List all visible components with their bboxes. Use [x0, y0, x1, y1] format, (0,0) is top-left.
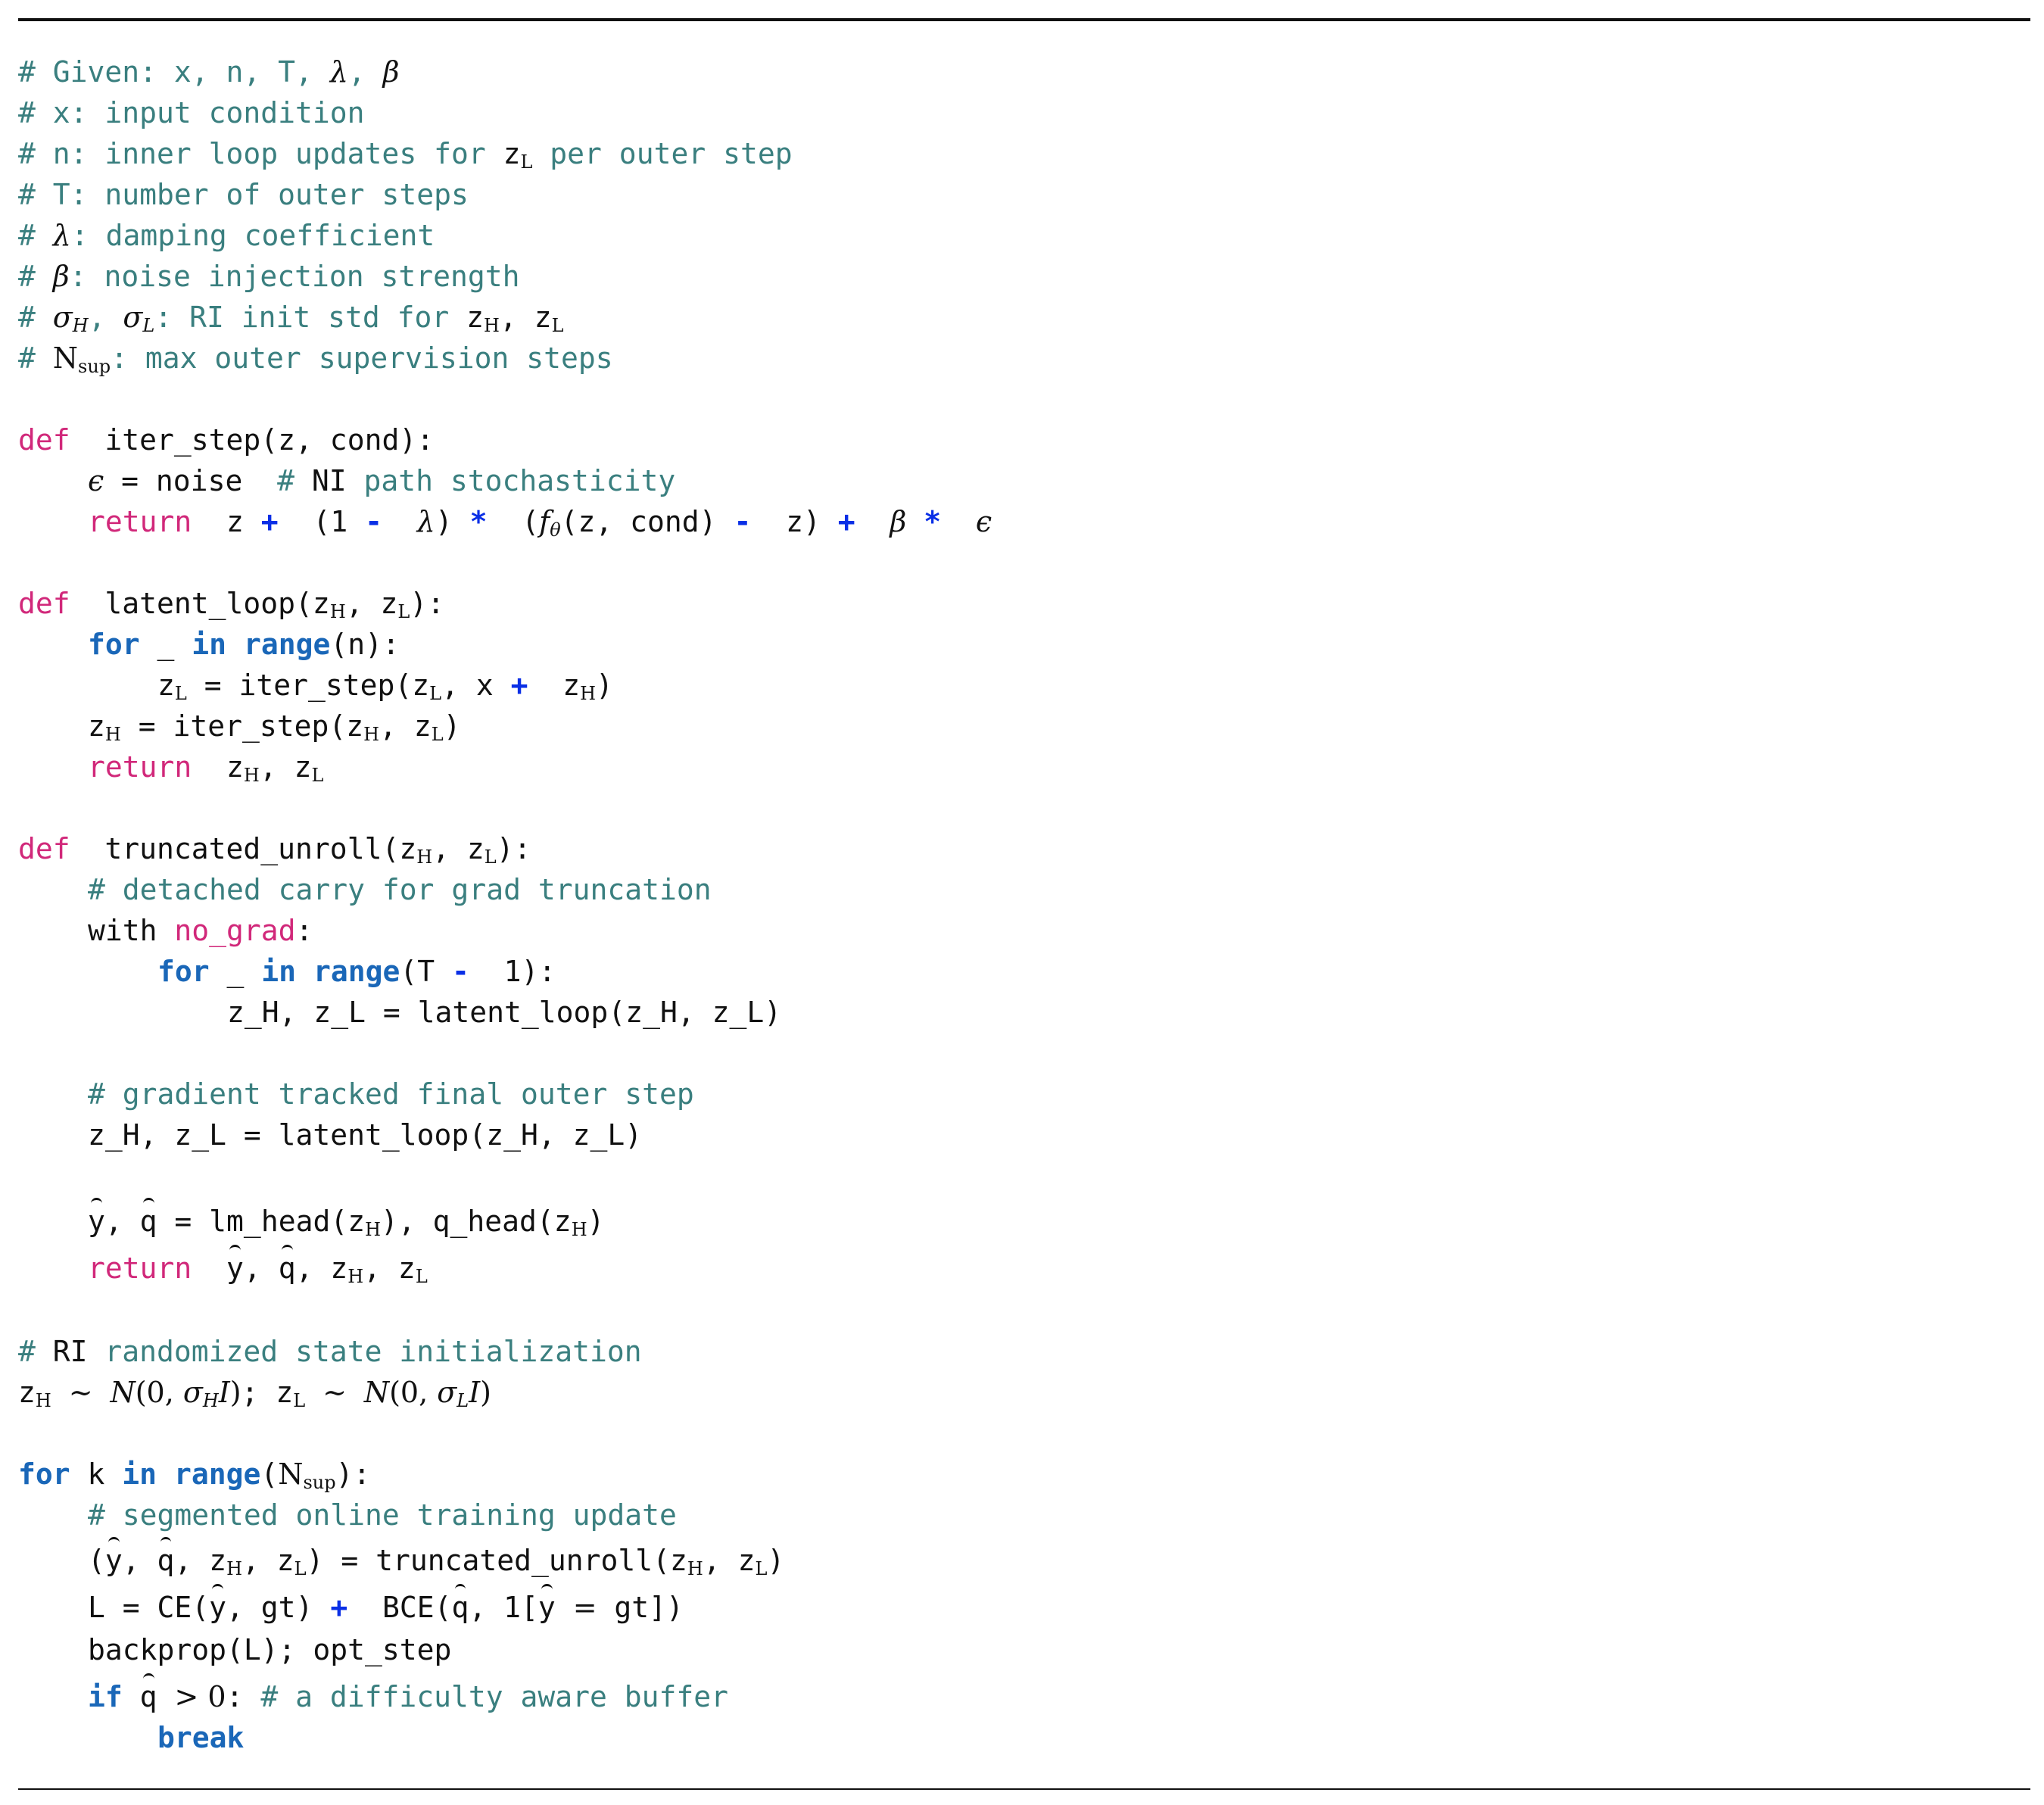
code-line: L = CE(y, gt) + BCE(q, 1[y = gt]) [18, 1584, 684, 1628]
code-line: y, q = lm_head(zH), q_head(zH) [18, 1198, 605, 1242]
code-line: # x: input condition [18, 96, 365, 129]
code-line: zL = iter_step(zL, x + zH) [157, 669, 613, 704]
code-line: # n: inner loop updates for zL per outer… [18, 137, 793, 173]
bottom-rule [18, 1788, 2030, 1790]
code-line: # T: number of outer steps [18, 178, 469, 211]
code-line: def latent_loop(zH, zL): [18, 587, 445, 622]
code-line: (y, q, zH, zL) = truncated_unroll(zH, zL… [18, 1537, 784, 1581]
code-line: if q > 0: # a difficulty aware buffer [18, 1673, 728, 1717]
code-line: # detached carry for grad truncation [88, 873, 712, 906]
code-line: zH ∼ N(0, σHI); zL ∼ N(0, σLI) [18, 1376, 491, 1411]
code-line: # β: noise injection strength [18, 260, 520, 293]
code-line: # λ: damping coefficient [18, 219, 435, 252]
code-line: # RI randomized state initialization [18, 1335, 642, 1368]
code-line: zH = iter_step(zH, zL) [88, 709, 461, 745]
code-line: for _ in range(n): [88, 628, 400, 661]
code-line: def truncated_unroll(zH, zL): [18, 832, 531, 868]
code-line: for _ in range(T - 1): [157, 955, 556, 988]
top-rule [18, 18, 2030, 21]
code-line: with no_grad: [88, 914, 313, 947]
code-line: ϵ = noise # NI path stochasticity [88, 464, 676, 497]
code-line: for k in range(Nsup): [18, 1457, 371, 1493]
code-line: return zH, zL [88, 750, 324, 786]
code-line: # segmented online training update [88, 1498, 677, 1532]
code-line: z_H, z_L = latent_loop(z_H, z_L) [88, 1118, 643, 1152]
code-line: break [157, 1721, 245, 1754]
code-line: # Given: x, n, T, λ, β [18, 55, 400, 89]
code-line: # σH, σL: RI init std for zH, zL [18, 301, 564, 336]
code-line: return y, q, zH, zL [18, 1245, 428, 1289]
code-line: return z + (1 - λ) * (fθ(z, cond) - z) +… [88, 505, 992, 541]
code-line: # gradient tracked final outer step [88, 1077, 694, 1111]
code-line: def iter_step(z, cond): [18, 423, 435, 457]
code-line: # Nsup: max outer supervision steps [18, 341, 613, 377]
code-line: backprop(L); opt_step [88, 1633, 452, 1666]
code-line: z_H, z_L = latent_loop(z_H, z_L) [227, 996, 782, 1029]
